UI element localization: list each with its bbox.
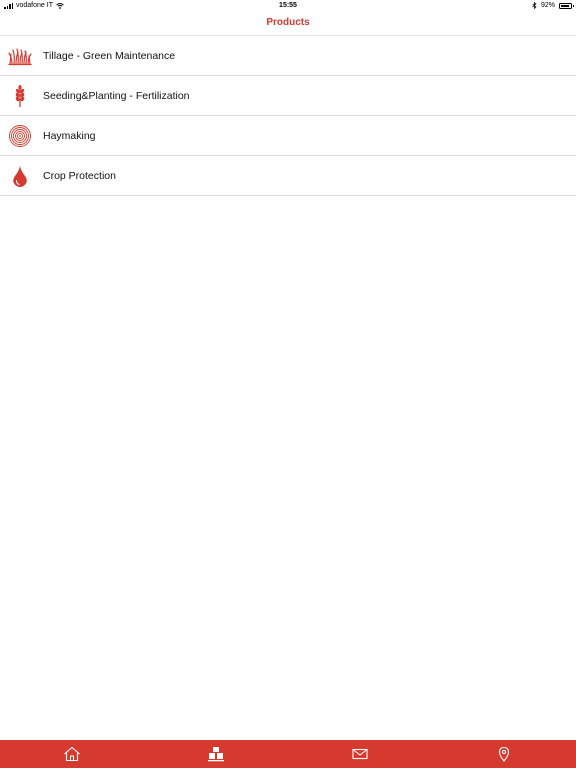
tab-products[interactable] [144, 740, 288, 768]
status-bar: vodafone IT 15:55 92% [0, 0, 576, 12]
bluetooth-icon [532, 2, 537, 9]
tab-contact[interactable] [288, 740, 432, 768]
products-screen: vodafone IT 15:55 92% Products Tillage -… [0, 0, 576, 768]
tab-home[interactable] [0, 740, 144, 768]
list-item-label: Crop Protection [43, 169, 116, 182]
products-list: Tillage - Green Maintenance Seeding&Plan… [0, 36, 576, 196]
mail-icon [352, 748, 368, 760]
battery-tip [572, 4, 574, 7]
status-time: 15:55 [279, 2, 297, 9]
battery-percent: 92% [540, 2, 555, 9]
location-pin-icon [498, 746, 510, 762]
list-item-label: Seeding&Planting - Fertilization [43, 89, 190, 102]
list-item-label: Haymaking [43, 129, 96, 142]
battery-icon [559, 2, 574, 9]
page-title: Products [266, 17, 310, 28]
grass-icon [8, 48, 32, 66]
products-icon [208, 747, 224, 762]
hay-bale-icon [9, 125, 31, 147]
list-item-haymaking[interactable]: Haymaking [0, 116, 576, 156]
home-icon [64, 746, 80, 762]
list-item-seeding[interactable]: Seeding&Planting - Fertilization [0, 76, 576, 116]
tab-locations[interactable] [432, 740, 576, 768]
drop-icon [13, 166, 27, 187]
battery-fill [561, 4, 570, 7]
list-item-crop-protection[interactable]: Crop Protection [0, 156, 576, 196]
wheat-icon [15, 85, 25, 107]
list-item-label: Tillage - Green Maintenance [43, 49, 176, 62]
navigation-bar: Products [0, 12, 576, 36]
status-right: 92% [532, 2, 574, 9]
list-item-tillage[interactable]: Tillage - Green Maintenance [0, 36, 576, 76]
tab-bar [0, 740, 576, 768]
